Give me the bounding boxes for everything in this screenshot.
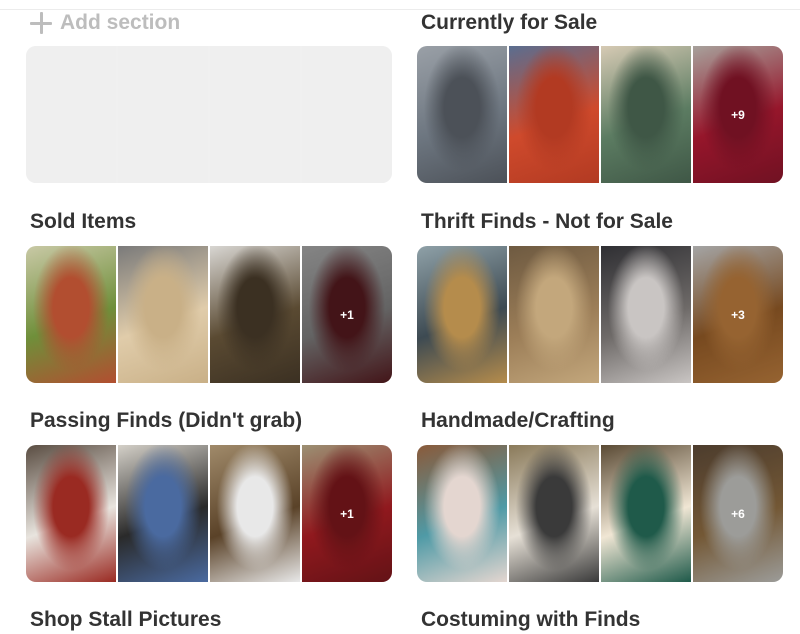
board-thumbnail <box>417 445 507 582</box>
more-count-overlay: +6 <box>693 445 783 582</box>
empty-tile <box>210 46 300 183</box>
board-thumbnail <box>601 46 691 183</box>
board-thumbnail <box>118 246 208 383</box>
section-title-shop-stall-pictures[interactable]: Shop Stall Pictures <box>30 606 221 634</box>
board-thumbnail <box>601 445 691 582</box>
board-thumbnail <box>601 246 691 383</box>
empty-tile <box>302 46 392 183</box>
board-thumbnail <box>26 445 116 582</box>
empty-section-board <box>26 46 392 183</box>
plus-icon <box>30 12 52 34</box>
more-count-badge: +9 <box>731 107 745 122</box>
more-count-overlay: +9 <box>693 46 783 183</box>
board-thrift-finds[interactable]: +3 <box>417 246 783 383</box>
empty-tile <box>26 46 116 183</box>
board-thumbnail <box>417 246 507 383</box>
section-title-currently-for-sale[interactable]: Currently for Sale <box>421 9 597 37</box>
board-currently-for-sale[interactable]: +9 <box>417 46 783 183</box>
board-thumbnail: +6 <box>693 445 783 582</box>
board-sold-items[interactable]: +1 <box>26 246 392 383</box>
board-thumbnail <box>417 46 507 183</box>
section-title-thrift-finds[interactable]: Thrift Finds - Not for Sale <box>421 208 673 236</box>
board-thumbnail <box>210 246 300 383</box>
section-title-handmade-crafting[interactable]: Handmade/Crafting <box>421 407 615 435</box>
section-title-costuming-with-finds[interactable]: Costuming with Finds <box>421 606 640 634</box>
board-thumbnail: +1 <box>302 246 392 383</box>
empty-tile <box>118 46 208 183</box>
more-count-overlay: +3 <box>693 246 783 383</box>
more-count-badge: +1 <box>340 307 354 322</box>
board-thumbnail <box>210 445 300 582</box>
section-title-passing-finds[interactable]: Passing Finds (Didn't grab) <box>30 407 302 435</box>
more-count-overlay: +1 <box>302 445 392 582</box>
board-thumbnail <box>118 445 208 582</box>
board-handmade-crafting[interactable]: +6 <box>417 445 783 582</box>
add-section-button[interactable]: Add section <box>30 8 180 38</box>
more-count-badge: +6 <box>731 506 745 521</box>
section-title-sold-items[interactable]: Sold Items <box>30 208 136 236</box>
board-thumbnail: +3 <box>693 246 783 383</box>
board-thumbnail: +9 <box>693 46 783 183</box>
board-thumbnail <box>509 246 599 383</box>
more-count-badge: +1 <box>340 506 354 521</box>
board-thumbnail <box>26 246 116 383</box>
board-thumbnail: +1 <box>302 445 392 582</box>
more-count-overlay: +1 <box>302 246 392 383</box>
board-passing-finds[interactable]: +1 <box>26 445 392 582</box>
add-section-label: Add section <box>60 11 181 34</box>
more-count-badge: +3 <box>731 307 745 322</box>
board-thumbnail <box>509 46 599 183</box>
board-thumbnail <box>509 445 599 582</box>
